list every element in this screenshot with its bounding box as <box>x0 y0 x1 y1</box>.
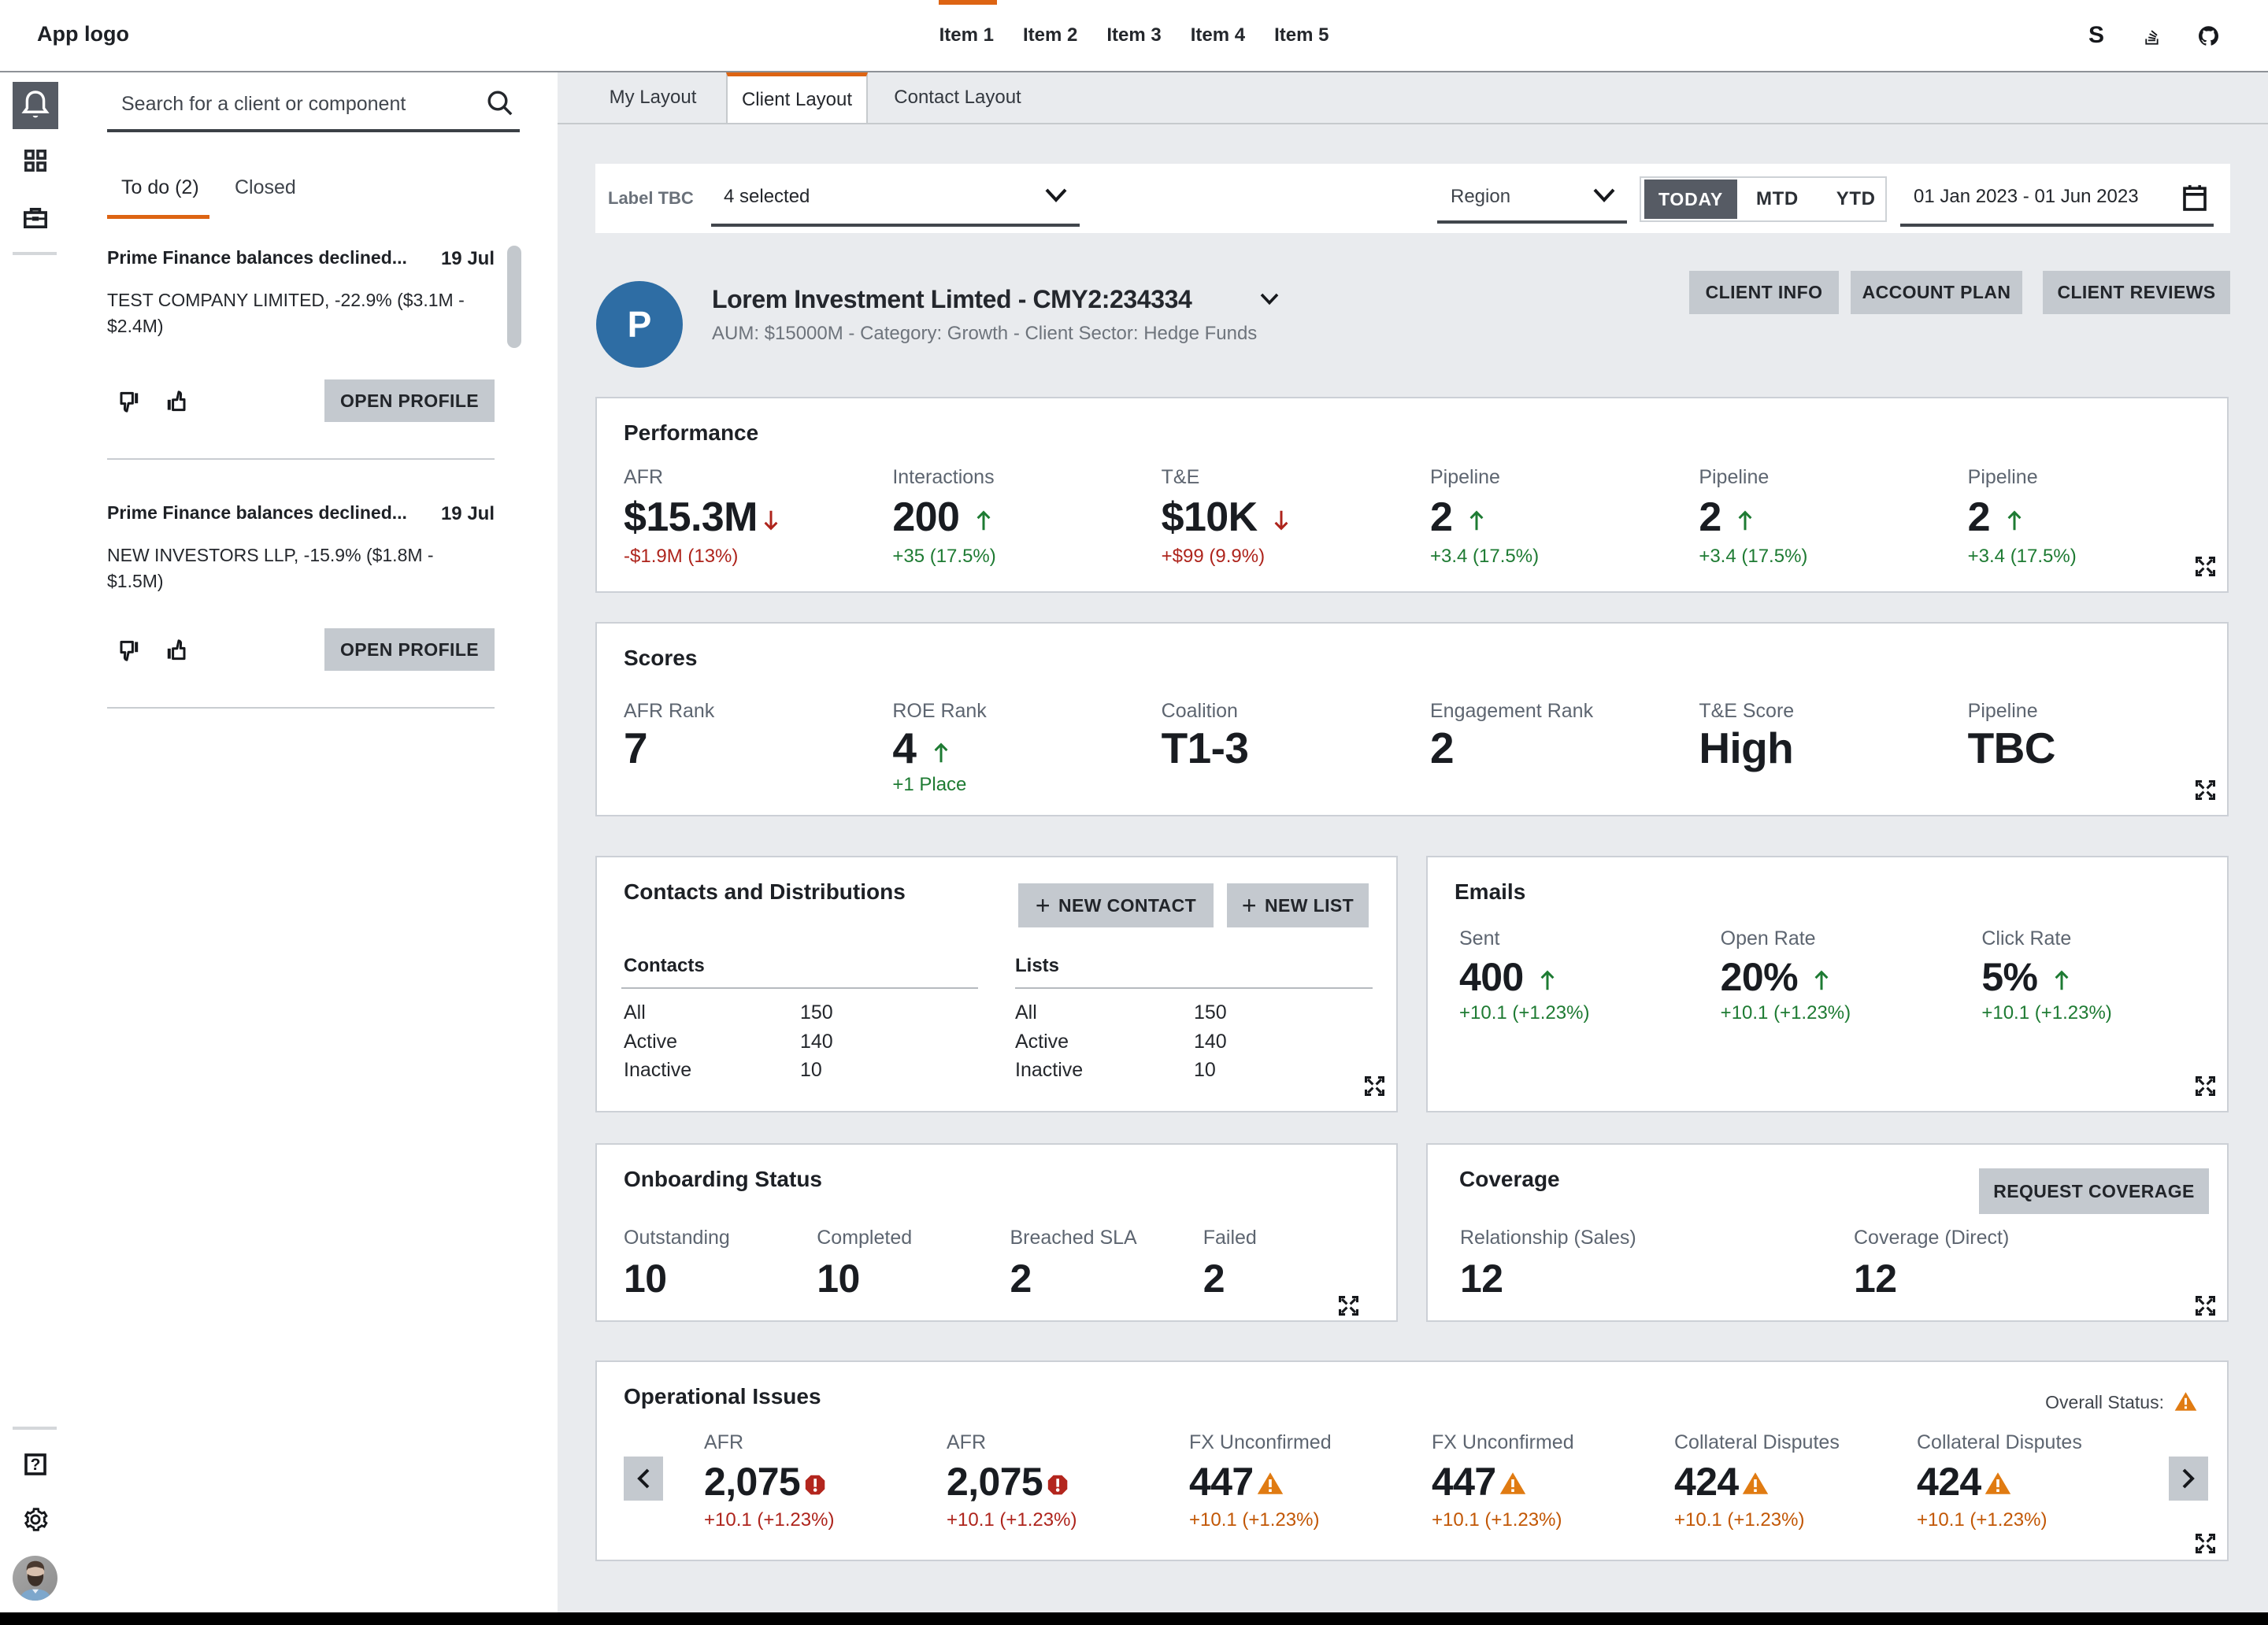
svg-text:?: ? <box>31 1456 41 1474</box>
